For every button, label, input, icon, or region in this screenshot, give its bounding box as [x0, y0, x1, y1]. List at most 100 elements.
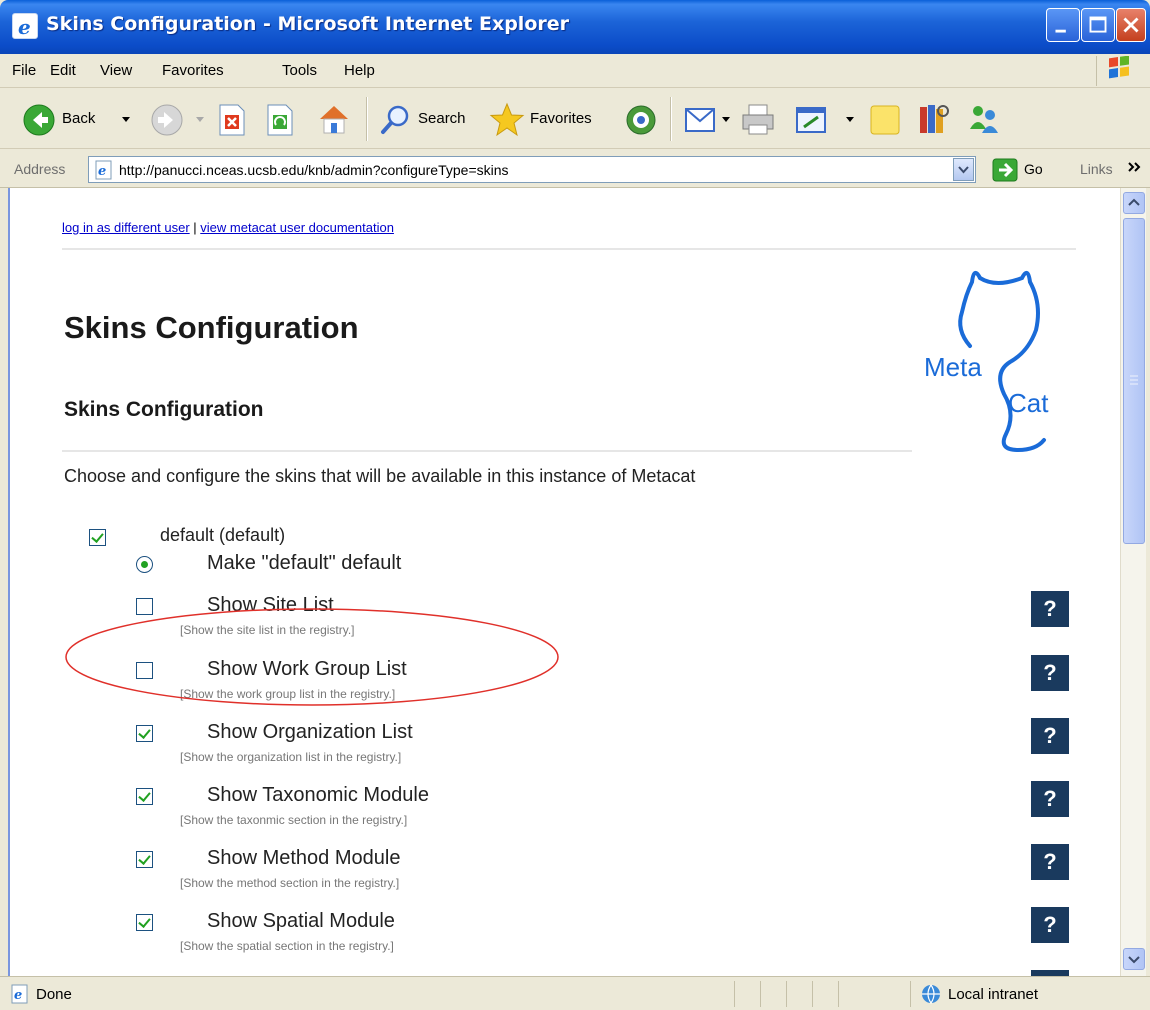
- option-label: Show Method Module: [207, 847, 401, 869]
- scroll-up-button[interactable]: [1123, 192, 1145, 214]
- show-spatial-module-checkbox[interactable]: [136, 914, 153, 931]
- page-done-icon: e: [11, 984, 28, 1004]
- go-arrow-icon[interactable]: [992, 158, 1018, 182]
- status-divider: [760, 981, 761, 1007]
- stop-icon[interactable]: [216, 103, 248, 137]
- scroll-down-button[interactable]: [1123, 948, 1145, 970]
- forward-arrow-icon[interactable]: [150, 103, 184, 137]
- toolbar-separator: [670, 97, 672, 141]
- local-intranet-icon: [922, 984, 940, 1005]
- forward-dropdown-icon[interactable]: [196, 117, 204, 122]
- svg-text:e: e: [14, 988, 22, 1003]
- favorites-star-icon[interactable]: [488, 101, 526, 139]
- help-button[interactable]: ?: [1031, 655, 1069, 691]
- chevron-down-icon: [1128, 956, 1140, 964]
- intro-text: Choose and configure the skins that will…: [64, 466, 696, 486]
- svg-text:e: e: [98, 164, 106, 179]
- menu-favorites[interactable]: Favorites: [162, 62, 224, 79]
- messenger-icon[interactable]: [966, 101, 1002, 137]
- option-description: [Show the spatial section in the registr…: [180, 939, 394, 953]
- address-bar: Address e http://panucci.nceas.ucsb.edu/…: [0, 150, 1150, 188]
- option-description: [Show the taxonmic section in the regist…: [180, 813, 408, 827]
- help-button[interactable]: ?: [1031, 781, 1069, 817]
- search-label[interactable]: Search: [418, 110, 466, 127]
- vertical-scrollbar[interactable]: [1120, 188, 1146, 976]
- refresh-icon[interactable]: [264, 103, 296, 137]
- status-bar: e Done Local intranet: [0, 976, 1150, 1010]
- maximize-button[interactable]: [1081, 8, 1115, 42]
- option-label: Show Organization List: [207, 721, 413, 743]
- toolbar: Back Search Favorites: [0, 89, 1150, 149]
- title-bar[interactable]: e Skins Configuration - Microsoft Intern…: [0, 0, 1150, 54]
- research-books-icon[interactable]: [916, 101, 952, 137]
- mail-icon[interactable]: [684, 105, 718, 135]
- edit-dropdown-icon[interactable]: [846, 117, 854, 122]
- back-label[interactable]: Back: [62, 110, 95, 127]
- windows-flag-icon: [1096, 55, 1140, 86]
- back-dropdown-icon[interactable]: [122, 117, 130, 122]
- address-input[interactable]: e http://panucci.nceas.ucsb.edu/knb/admi…: [88, 156, 976, 183]
- menu-view[interactable]: View: [100, 62, 132, 79]
- minimize-icon: [1055, 29, 1066, 33]
- chevron-right-double-icon[interactable]: [1126, 160, 1144, 174]
- svg-text:e: e: [18, 15, 31, 39]
- chevron-down-icon: [958, 166, 969, 174]
- address-dropdown-button[interactable]: [953, 158, 974, 181]
- chevron-up-icon: [1128, 198, 1140, 206]
- menu-edit[interactable]: Edit: [50, 62, 76, 79]
- help-button[interactable]: ?: [1031, 591, 1069, 627]
- status-divider: [838, 981, 839, 1007]
- home-icon[interactable]: [316, 101, 352, 137]
- show-organization-list-checkbox[interactable]: [136, 725, 153, 742]
- status-divider: [734, 981, 735, 1007]
- edit-icon[interactable]: [794, 103, 830, 137]
- help-button[interactable]: ?: [1031, 718, 1069, 754]
- go-button[interactable]: Go: [1024, 161, 1043, 177]
- status-divider: [910, 981, 911, 1007]
- help-button[interactable]: ?: [1031, 907, 1069, 943]
- favorites-label[interactable]: Favorites: [530, 110, 592, 127]
- toolbar-separator: [366, 97, 368, 141]
- show-method-module-checkbox[interactable]: [136, 851, 153, 868]
- address-url: http://panucci.nceas.ucsb.edu/knb/admin?…: [119, 162, 509, 178]
- close-button[interactable]: [1116, 8, 1146, 42]
- page-title: Skins Configuration: [64, 310, 359, 345]
- links-button[interactable]: Links: [1080, 161, 1113, 177]
- menu-help[interactable]: Help: [344, 62, 375, 79]
- user-documentation-link[interactable]: view metacat user documentation: [200, 220, 394, 235]
- show-taxonomic-module-checkbox[interactable]: [136, 788, 153, 805]
- menu-tools[interactable]: Tools: [282, 62, 317, 79]
- highlight-ellipse: [65, 608, 559, 706]
- section-title: Skins Configuration: [64, 398, 264, 421]
- make-default-label: Make "default" default: [207, 552, 402, 574]
- status-text: Done: [36, 986, 72, 1003]
- discuss-note-icon[interactable]: [868, 103, 902, 137]
- close-icon: [1123, 17, 1139, 33]
- mail-dropdown-icon[interactable]: [722, 117, 730, 122]
- logo-text-meta: Meta: [924, 352, 982, 382]
- option-description: [Show the method section in the registry…: [180, 876, 400, 890]
- option-label: Show Spatial Module: [207, 910, 395, 932]
- divider: [62, 248, 1076, 250]
- make-default-radio[interactable]: [136, 556, 153, 573]
- grip-icon: [1130, 375, 1138, 385]
- back-arrow-icon[interactable]: [22, 103, 56, 137]
- media-icon[interactable]: [624, 103, 658, 137]
- status-divider: [812, 981, 813, 1007]
- address-label: Address: [14, 161, 66, 177]
- skin-default-label: default (default): [160, 525, 286, 545]
- divider: [62, 450, 912, 452]
- help-button[interactable]: ?: [1031, 844, 1069, 880]
- scroll-thumb[interactable]: [1123, 218, 1145, 544]
- menu-file[interactable]: File: [12, 62, 36, 79]
- search-icon[interactable]: [378, 103, 412, 137]
- minimize-button[interactable]: [1046, 8, 1080, 42]
- print-icon[interactable]: [740, 103, 776, 137]
- page-icon: e: [95, 160, 112, 180]
- top-links: log in as different user | view metacat …: [62, 220, 394, 235]
- skin-default-checkbox[interactable]: [89, 529, 106, 546]
- link-separator: |: [189, 220, 201, 235]
- status-divider: [786, 981, 787, 1007]
- login-different-user-link[interactable]: log in as different user: [62, 220, 190, 235]
- window-title: Skins Configuration - Microsoft Internet…: [46, 13, 570, 35]
